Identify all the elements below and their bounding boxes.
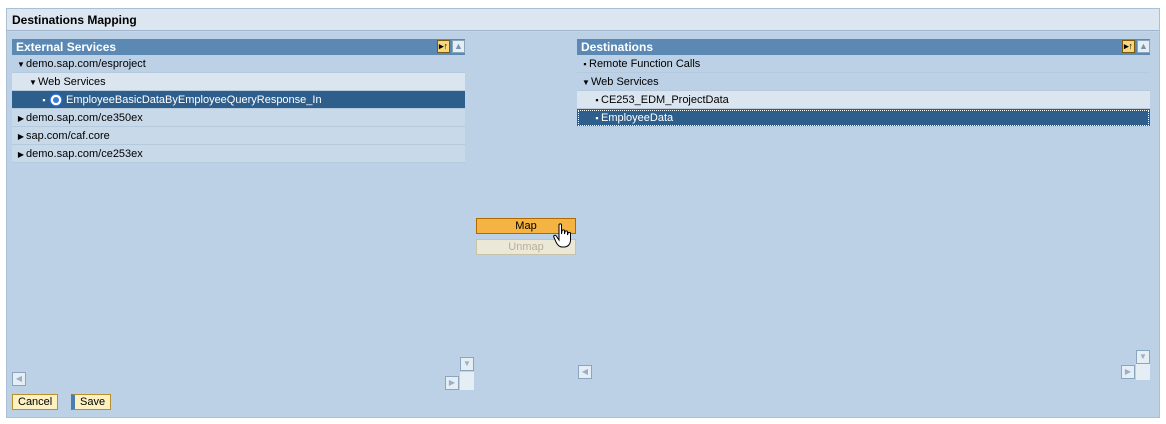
left-scroll-corner: [460, 372, 474, 390]
tree-node-label: CE253_EDM_ProjectData: [601, 94, 729, 106]
expanded-triangle-icon[interactable]: ▼: [28, 74, 38, 92]
tree-node[interactable]: ▼Web Services: [577, 73, 1150, 91]
destinations-header: Destinations ▸↑ ▲: [577, 39, 1150, 55]
hand-cursor-icon: [553, 223, 571, 248]
window-title: Destinations Mapping: [7, 9, 1159, 31]
collapsed-triangle-icon[interactable]: ▶: [16, 110, 26, 128]
leaf-bullet-icon: ▪: [583, 59, 587, 69]
expanded-triangle-icon[interactable]: ▼: [16, 56, 26, 74]
right-scroll-left-icon[interactable]: ◀: [578, 365, 592, 379]
left-scroll-left-icon[interactable]: ◀: [12, 372, 26, 386]
expanded-triangle-icon[interactable]: ▼: [581, 74, 591, 92]
tree-node-label: demo.sap.com/ce350ex: [26, 112, 143, 124]
leaf-bullet-icon: ▪: [595, 113, 599, 123]
cancel-button[interactable]: Cancel: [12, 394, 59, 410]
web-service-icon: [49, 93, 63, 107]
left-scroll-right-icon[interactable]: ▶: [445, 376, 459, 390]
tree-node-label: sap.com/caf.core: [26, 130, 110, 142]
tree-node-label: Web Services: [38, 76, 106, 88]
right-panel-toggle-icon[interactable]: ▸↑: [1122, 40, 1135, 53]
mapping-content: External Services ▸↑ ▲ ▼demo.sap.com/esp…: [7, 32, 1159, 417]
tree-node[interactable]: ▶ demo.sap.com/ce350ex: [12, 109, 465, 127]
leaf-bullet-icon: ▪: [595, 95, 599, 105]
leaf-bullet-icon: ▪: [42, 95, 46, 105]
tree-node-label: Web Services: [591, 76, 659, 88]
left-scroll-up-icon[interactable]: ▲: [452, 40, 465, 53]
external-services-header: External Services ▸↑ ▲: [12, 39, 465, 55]
tree-node[interactable]: ▶ sap.com/caf.core: [12, 127, 465, 145]
tree-node-label: EmployeeBasicDataByEmployeeQueryResponse…: [66, 94, 322, 106]
tree-node-label: EmployeeData: [601, 112, 674, 124]
tree-node[interactable]: ▼demo.sap.com/esproject: [12, 55, 465, 73]
tree-node[interactable]: ▪ EmployeeData: [577, 109, 1150, 127]
right-scroll-corner: [1136, 364, 1150, 380]
right-scroll-down-icon[interactable]: ▼: [1136, 350, 1150, 364]
destinations-mapping-window: Destinations Mapping External Services ▸…: [6, 8, 1160, 418]
tree-node[interactable]: ▪ Remote Function Calls: [577, 55, 1150, 73]
tree-node[interactable]: ▪ EmployeeBasicDataByEmployeeQueryRespons…: [12, 91, 465, 109]
tree-node-label: demo.sap.com/esproject: [26, 58, 146, 70]
external-services-title: External Services: [16, 40, 117, 54]
destinations-title: Destinations: [581, 40, 654, 54]
external-services-tree: ▼demo.sap.com/esproject ▼Web Services ▪ Emp…: [12, 55, 465, 163]
tree-node[interactable]: ▼Web Services: [12, 73, 465, 91]
tree-node[interactable]: ▪ CE253_EDM_ProjectData: [577, 91, 1150, 109]
left-panel-toggle-icon[interactable]: ▸↑: [437, 40, 450, 53]
collapsed-triangle-icon[interactable]: ▶: [16, 128, 26, 146]
collapsed-triangle-icon[interactable]: ▶: [16, 146, 26, 164]
tree-node-label: Remote Function Calls: [589, 58, 701, 70]
right-scroll-right-icon[interactable]: ▶: [1121, 365, 1135, 379]
left-scroll-down-icon[interactable]: ▼: [460, 357, 474, 371]
tree-node[interactable]: ▶ demo.sap.com/ce253ex: [12, 145, 465, 163]
right-scroll-up-icon[interactable]: ▲: [1137, 40, 1150, 53]
save-button[interactable]: Save: [71, 394, 112, 410]
tree-node-label: demo.sap.com/ce253ex: [26, 148, 143, 160]
destinations-tree: ▪ Remote Function Calls ▼Web Services ▪ CE25…: [577, 55, 1150, 127]
